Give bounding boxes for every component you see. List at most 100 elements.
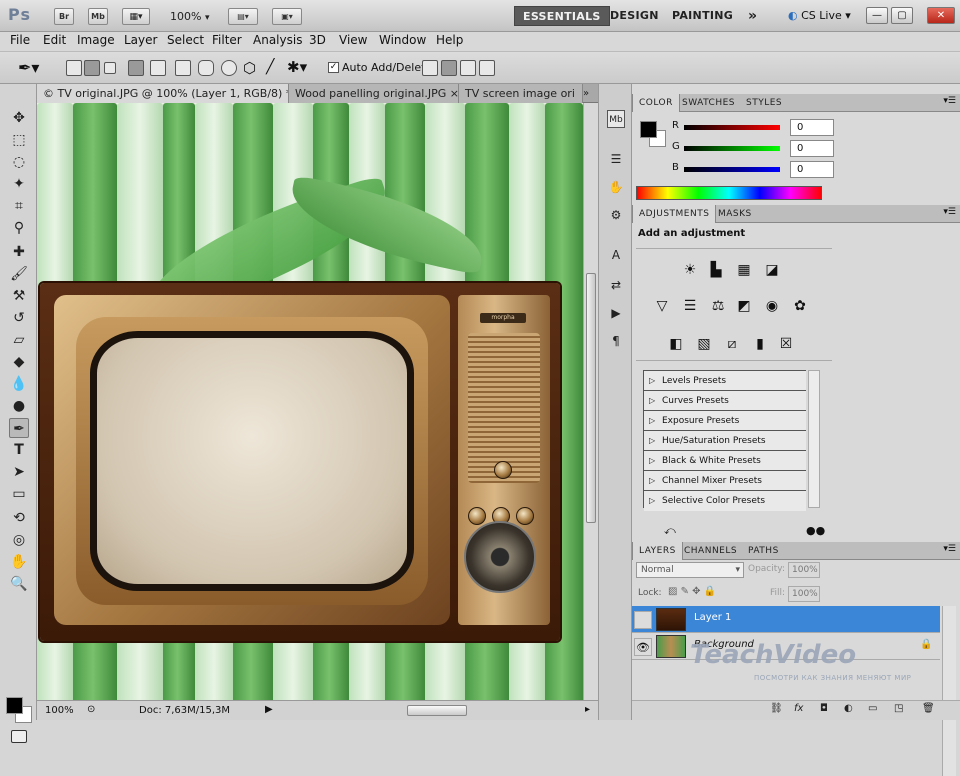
path-selection-tool-icon[interactable]: ➤ — [9, 462, 29, 482]
visibility-toggle[interactable] — [634, 611, 652, 629]
eye-icon[interactable]: 👁 — [634, 638, 652, 656]
clone-stamp-tool-icon[interactable]: ⚒ — [9, 286, 29, 306]
add-mask-icon[interactable]: ◘ — [820, 703, 828, 714]
cs-live-menu[interactable]: ◐ CS Live ▾ — [788, 9, 851, 22]
path-exclude-icon[interactable] — [479, 60, 495, 76]
custom-shape-icon[interactable]: ✱▾ — [287, 58, 307, 76]
zoom-tool-icon[interactable]: 🔍 — [9, 574, 29, 594]
close-button[interactable]: ✕ — [927, 7, 955, 24]
auto-add-delete-checkbox[interactable]: ✓ Auto Add/Delete — [328, 61, 432, 74]
preset-hue-saturation[interactable]: ▷ Hue/Saturation Presets — [644, 431, 806, 451]
panel-menu-icon[interactable]: ▾☰ — [943, 96, 956, 106]
vibrance-icon[interactable]: ▽ — [652, 296, 672, 316]
tab-tv-screen-image[interactable]: TV screen image ori — [459, 84, 583, 103]
tab-adjustments[interactable]: ADJUSTMENTS — [632, 205, 717, 223]
bridge-button[interactable]: Br — [54, 8, 74, 25]
preset-selective-color[interactable]: ▷ Selective Color Presets — [644, 491, 806, 511]
brightness-contrast-icon[interactable]: ☀ — [680, 260, 700, 280]
type-tool-icon[interactable]: T — [9, 440, 29, 460]
blur-tool-icon[interactable]: 💧 — [9, 374, 29, 394]
document-canvas[interactable]: morpha — [37, 103, 583, 700]
fill-pixels-icon[interactable] — [104, 62, 116, 74]
eraser-tool-icon[interactable]: ▱ — [9, 330, 29, 350]
red-value-field[interactable]: 0 — [790, 119, 834, 136]
presets-scrollbar[interactable] — [808, 370, 820, 508]
color-foreground-swatch[interactable] — [640, 121, 657, 138]
layer-row-layer-1[interactable]: Layer 1 — [632, 606, 940, 633]
threshold-icon[interactable]: ⧄ — [722, 334, 742, 354]
path-intersect-icon[interactable] — [460, 60, 476, 76]
paths-icon[interactable] — [84, 60, 100, 76]
new-adjustment-layer-icon[interactable]: ◐ — [844, 703, 853, 714]
curves-icon[interactable]: ▦ — [734, 260, 754, 280]
return-to-list-icon[interactable]: ⤺ — [664, 524, 676, 538]
workspace-essentials-button[interactable]: ESSENTIALS — [514, 6, 610, 26]
workspace-painting-button[interactable]: PAINTING — [664, 6, 741, 26]
lasso-tool-icon[interactable]: ◌ — [9, 152, 29, 172]
trash-icon[interactable]: 🗑 — [922, 703, 935, 714]
crop-tool-icon[interactable]: ⌗ — [9, 196, 29, 216]
menu-analysis[interactable]: Analysis — [253, 33, 302, 47]
preset-curves[interactable]: ▷ Curves Presets — [644, 391, 806, 411]
fill-field[interactable]: 100% — [788, 586, 820, 602]
tab-layers[interactable]: LAYERS — [632, 542, 683, 560]
paint-bucket-tool-icon[interactable]: ◆ — [9, 352, 29, 372]
workspace-design-button[interactable]: DESIGN — [602, 6, 667, 26]
scroll-right-icon[interactable]: ▸ — [585, 704, 590, 715]
polygon-icon[interactable]: ⬡ — [243, 59, 256, 77]
tab-masks[interactable]: MASKS — [712, 205, 758, 223]
pen-mode-icon[interactable] — [128, 60, 144, 76]
animation-panel-icon[interactable]: ▶ — [607, 304, 625, 322]
clone-source-panel-icon[interactable]: ⇄ — [607, 276, 625, 294]
tab-paths[interactable]: PATHS — [742, 542, 785, 560]
history-panel-icon[interactable]: ☰ — [607, 150, 625, 168]
line-icon[interactable]: ╱ — [266, 59, 274, 75]
link-layers-icon[interactable]: ⛓ — [770, 703, 783, 714]
tab-channels[interactable]: CHANNELS — [678, 542, 743, 560]
horizontal-scrollbar-thumb[interactable] — [407, 705, 467, 716]
3d-orbit-tool-icon[interactable]: ◎ — [9, 530, 29, 550]
menu-select[interactable]: Select — [167, 33, 204, 47]
3d-rotate-tool-icon[interactable]: ⟲ — [9, 508, 29, 528]
blue-value-field[interactable]: 0 — [790, 161, 834, 178]
brush-tool-icon[interactable]: 🖌 — [9, 264, 29, 284]
menu-3d[interactable]: 3D — [309, 33, 326, 47]
preset-levels[interactable]: ▷ Levels Presets — [644, 371, 806, 391]
dodge-tool-icon[interactable]: ● — [9, 396, 29, 416]
tab-styles[interactable]: STYLES — [740, 94, 788, 112]
quick-select-tool-icon[interactable]: ✦ — [9, 174, 29, 194]
mini-bridge-button[interactable]: Mb — [88, 8, 108, 25]
character-panel-icon[interactable]: A — [607, 246, 625, 264]
path-add-icon[interactable] — [422, 60, 438, 76]
lock-options-icons[interactable]: ▨ ✎ ✥ 🔒 — [668, 586, 716, 597]
new-group-icon[interactable]: ▭ — [868, 703, 877, 714]
gradient-map-icon[interactable]: ▮ — [750, 334, 770, 354]
panel-menu-icon[interactable]: ▾☰ — [943, 544, 956, 554]
brush-presets-panel-icon[interactable]: ⚙ — [607, 206, 625, 224]
green-slider[interactable] — [684, 146, 780, 151]
pen-tool-preset-picker[interactable]: ✒▾ — [18, 58, 39, 77]
move-tool-icon[interactable]: ✥ — [9, 108, 29, 128]
tab-tv-original[interactable]: © TV original.JPG @ 100% (Layer 1, RGB/8… — [37, 84, 289, 103]
blue-slider[interactable] — [684, 167, 780, 172]
levels-icon[interactable]: ▙ — [706, 260, 726, 280]
menu-view[interactable]: View — [339, 33, 367, 47]
paragraph-panel-icon[interactable]: ¶ — [607, 332, 625, 350]
minimize-button[interactable]: — — [866, 7, 888, 24]
menu-window[interactable]: Window — [379, 33, 426, 47]
menu-filter[interactable]: Filter — [212, 33, 242, 47]
selective-color-icon[interactable]: ☒ — [776, 334, 796, 354]
rectangle-icon[interactable] — [175, 60, 191, 76]
status-zoom[interactable]: 100% — [45, 705, 74, 716]
green-value-field[interactable]: 0 — [790, 140, 834, 157]
menu-layer[interactable]: Layer — [124, 33, 157, 47]
maximize-button[interactable]: ▢ — [891, 7, 913, 24]
mini-bridge-panel-icon[interactable]: Mb — [607, 110, 625, 128]
marquee-tool-icon[interactable]: ⬚ — [9, 130, 29, 150]
foreground-color-swatch[interactable] — [6, 697, 23, 714]
panel-menu-icon[interactable]: ▾☰ — [943, 207, 956, 217]
preset-black-white[interactable]: ▷ Black & White Presets — [644, 451, 806, 471]
preset-channel-mixer[interactable]: ▷ Channel Mixer Presets — [644, 471, 806, 491]
shape-tool-icon[interactable]: ▭ — [9, 484, 29, 504]
more-tabs-icon[interactable]: » — [583, 84, 598, 103]
